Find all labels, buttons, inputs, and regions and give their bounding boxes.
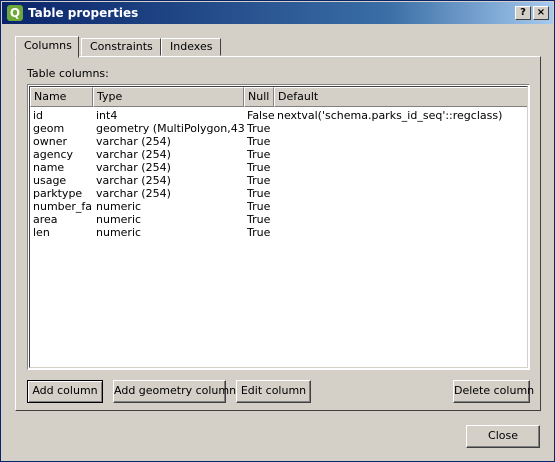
cell-null: True <box>247 226 271 239</box>
tab-constraints[interactable]: Constraints <box>81 38 161 56</box>
help-button[interactable]: ? <box>515 6 531 20</box>
header-type[interactable]: Type <box>93 87 244 107</box>
cell-null: True <box>247 161 271 174</box>
cell-name: owner <box>33 135 67 148</box>
tab-indexes[interactable]: Indexes <box>161 38 221 56</box>
cell-type: int4 <box>96 109 118 122</box>
table-row[interactable]: name varchar (254) True <box>30 161 527 174</box>
cell-name: number_fac <box>33 200 92 213</box>
cell-type: varchar (254) <box>96 135 171 148</box>
table-row[interactable]: parktype varchar (254) True <box>30 187 527 200</box>
cell-null: True <box>247 187 271 200</box>
cell-null: True <box>247 148 271 161</box>
cell-type: varchar (254) <box>96 148 171 161</box>
cell-type: varchar (254) <box>96 161 171 174</box>
cell-null: True <box>247 122 271 135</box>
cell-type: varchar (254) <box>96 174 171 187</box>
cell-type: varchar (254) <box>96 187 171 200</box>
close-window-button[interactable]: × <box>533 6 549 20</box>
table-properties-dialog: Q Table properties ? × Columns Constrain… <box>0 0 555 462</box>
delete-column-button[interactable]: Delete column <box>453 380 534 403</box>
cell-null: True <box>247 200 271 213</box>
close-button[interactable]: Close <box>466 425 540 448</box>
header-null[interactable]: Null <box>244 87 274 107</box>
cell-type: numeric <box>96 200 142 213</box>
table-columns-label: Table columns: <box>27 67 109 80</box>
title-bar[interactable]: Q Table properties ? × <box>2 2 553 24</box>
table-row[interactable]: len numeric True <box>30 226 527 239</box>
cell-null: False <box>247 109 274 122</box>
table-row[interactable]: owner varchar (254) True <box>30 135 527 148</box>
cell-null: True <box>247 174 271 187</box>
cell-name: name <box>33 161 65 174</box>
edit-column-button[interactable]: Edit column <box>236 380 311 403</box>
add-column-button[interactable]: Add column <box>27 380 103 403</box>
cell-name: area <box>33 213 58 226</box>
columns-table[interactable]: Name Type Null Default id int4 False nex… <box>27 84 530 370</box>
table-row[interactable]: geom geometry (MultiPolygon,4326) True <box>30 122 527 135</box>
columns-tab-panel: Table columns: Name Type Null Default id… <box>15 56 541 411</box>
table-row[interactable]: agency varchar (254) True <box>30 148 527 161</box>
tab-columns[interactable]: Columns <box>15 36 79 58</box>
cell-type: geometry (MultiPolygon,4326) <box>96 122 244 135</box>
cell-name: id <box>33 109 44 122</box>
cell-type: numeric <box>96 213 142 226</box>
table-row[interactable]: area numeric True <box>30 213 527 226</box>
cell-null: True <box>247 135 271 148</box>
cell-name: usage <box>33 174 67 187</box>
table-body: id int4 False nextval('schema.parks_id_s… <box>30 109 527 239</box>
table-row[interactable]: number_fac numeric True <box>30 200 527 213</box>
cell-null: True <box>247 213 271 226</box>
window-title: Table properties <box>28 6 139 20</box>
table-header: Name Type Null Default <box>30 87 527 107</box>
cell-type: numeric <box>96 226 142 239</box>
qgis-icon: Q <box>7 5 23 21</box>
cell-name: parktype <box>33 187 83 200</box>
table-row[interactable]: id int4 False nextval('schema.parks_id_s… <box>30 109 527 122</box>
cell-name: geom <box>33 122 65 135</box>
cell-default: nextval('schema.parks_id_seq'::regclass) <box>277 109 503 122</box>
header-name[interactable]: Name <box>30 87 93 107</box>
header-default[interactable]: Default <box>274 87 527 107</box>
cell-name: agency <box>33 148 74 161</box>
cell-name: len <box>33 226 50 239</box>
add-geometry-column-button[interactable]: Add geometry column <box>113 380 236 403</box>
table-row[interactable]: usage varchar (254) True <box>30 174 527 187</box>
